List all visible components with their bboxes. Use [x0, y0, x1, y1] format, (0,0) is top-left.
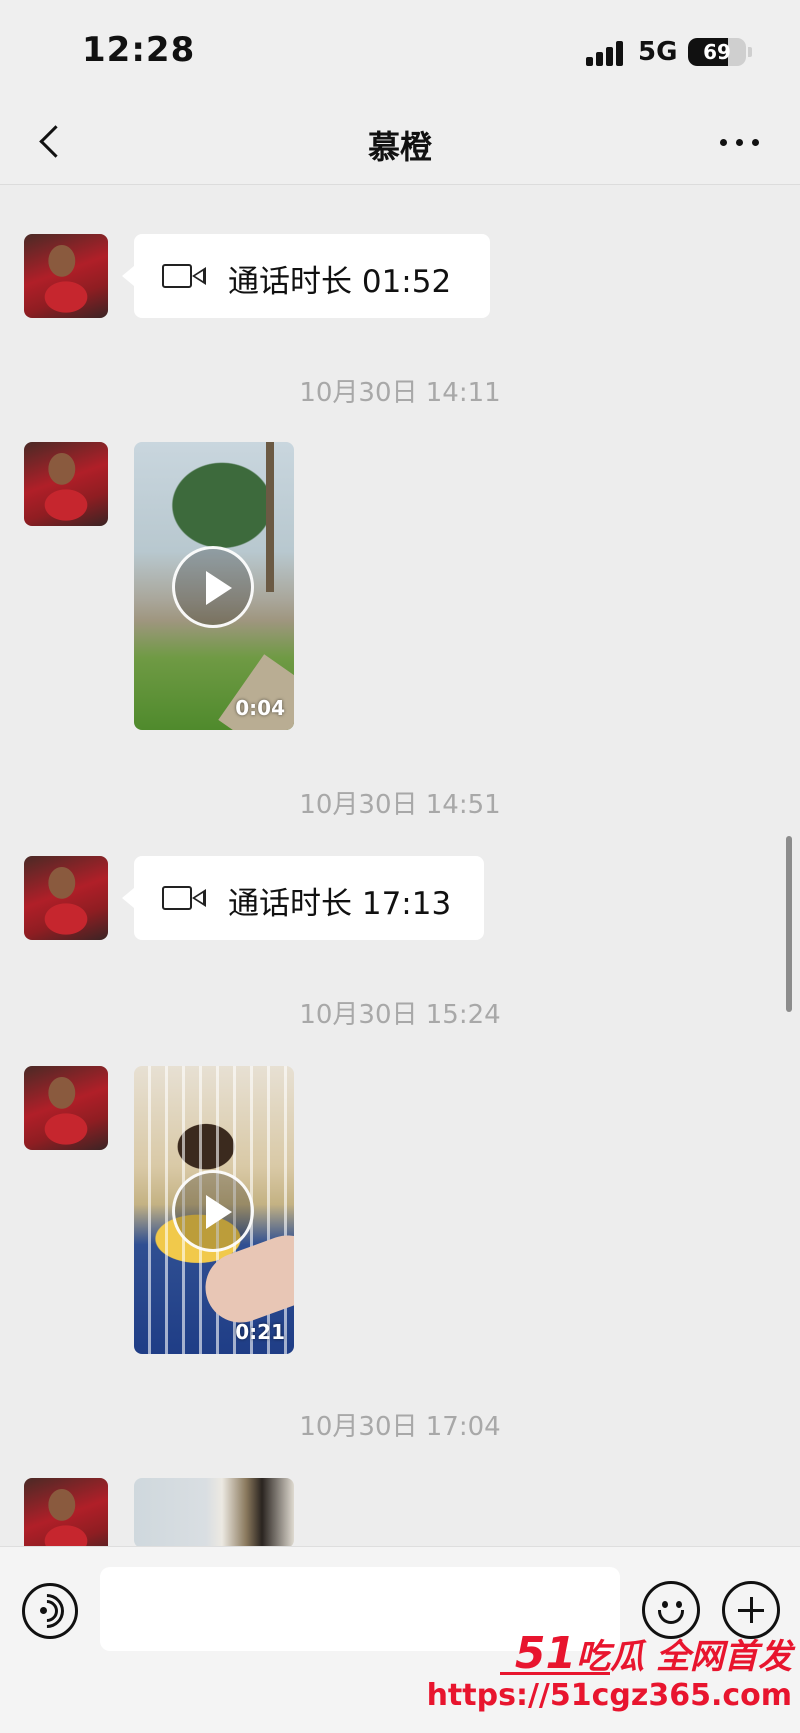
watermark-logo-number: 51	[514, 1628, 577, 1679]
battery-tip	[748, 47, 752, 57]
avatar[interactable]	[24, 442, 108, 526]
network-label: 5G	[638, 37, 678, 67]
voice-icon[interactable]	[22, 1583, 78, 1639]
scroll-indicator[interactable]	[786, 836, 792, 1012]
battery-icon: 69	[688, 38, 746, 66]
timestamp: 10月30日 15:24	[299, 1000, 501, 1030]
image-message[interactable]	[134, 1478, 294, 1546]
watermark-url: https://51cgz365.com	[426, 1678, 792, 1713]
video-call-icon	[162, 884, 208, 912]
more-icon[interactable]	[712, 122, 768, 162]
avatar[interactable]	[24, 1066, 108, 1150]
call-duration-text: 通话时长 17:13	[228, 886, 452, 922]
timestamp: 10月30日 17:04	[299, 1412, 501, 1442]
call-duration-text: 通话时长 01:52	[228, 264, 452, 300]
video-call-icon	[162, 262, 208, 290]
avatar[interactable]	[24, 234, 108, 318]
play-icon	[172, 1170, 254, 1252]
battery-level: 69	[703, 40, 731, 64]
watermark-logo: 51吃瓜 全网首发	[515, 1628, 792, 1679]
timestamp: 10月30日 14:51	[299, 790, 501, 820]
avatar[interactable]	[24, 1478, 108, 1546]
video-duration: 0:21	[235, 1320, 285, 1344]
video-message[interactable]: 0:21	[134, 1066, 294, 1354]
timestamp: 10月30日 14:11	[299, 378, 501, 408]
video-message[interactable]: 0:04	[134, 442, 294, 730]
video-duration: 0:04	[235, 696, 285, 720]
avatar[interactable]	[24, 856, 108, 940]
nav-bar: 慕橙	[0, 100, 800, 185]
call-record-bubble[interactable]: 通话时长 17:13	[122, 856, 484, 940]
play-icon	[172, 546, 254, 628]
status-time: 12:28	[82, 30, 196, 70]
message-list[interactable]: 通话时长 01:52 10月30日 14:11 0:04 10月30日 14:5…	[0, 186, 800, 1546]
call-record-bubble[interactable]: 通话时长 01:52	[122, 234, 490, 318]
watermark: 51吃瓜 全网首发 https://51cgz365.com	[427, 1628, 796, 1728]
chat-title: 慕橙	[367, 128, 432, 166]
signal-icon	[586, 40, 626, 66]
status-bar: 12:28 5G 69	[0, 0, 800, 100]
watermark-logo-text: 吃瓜 全网首发	[576, 1637, 792, 1677]
chat-screen: 12:28 5G 69 慕橙 通话时长 01:52 10月30日 14:11 0…	[0, 0, 800, 1733]
